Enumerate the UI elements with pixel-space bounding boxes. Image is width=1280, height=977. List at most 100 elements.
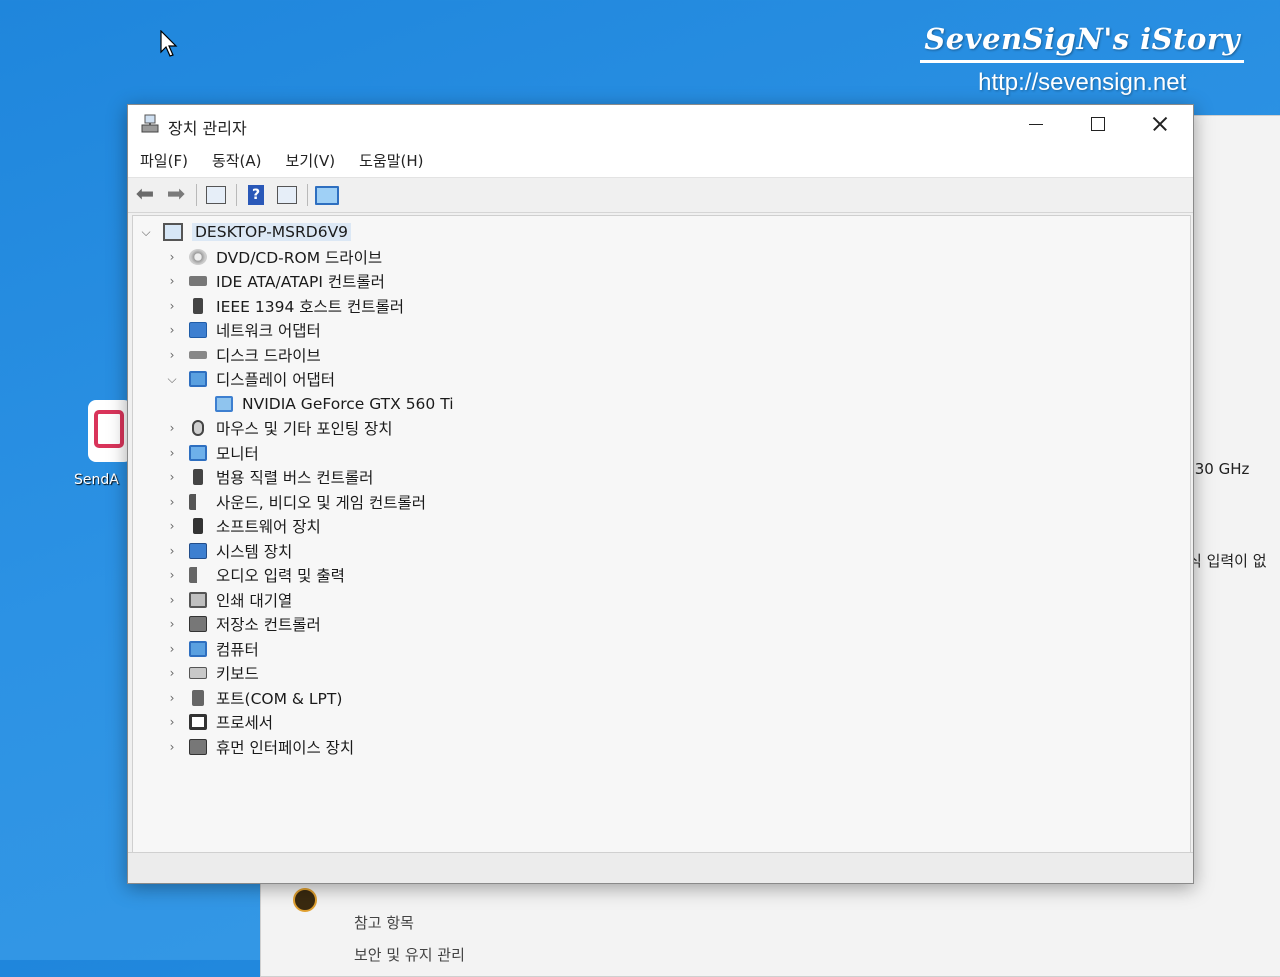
title-bar[interactable]: 장치 관리자 xyxy=(128,105,1193,143)
pen-input-text: 식 입력이 없 xyxy=(1188,552,1267,570)
port-icon xyxy=(192,690,204,706)
properties-icon xyxy=(206,186,226,204)
tree-item-computer[interactable]: › 컴퓨터 xyxy=(165,637,259,661)
menu-bar: 파일(F) 동작(A) 보기(V) 도움말(H) xyxy=(128,143,1193,177)
security-maintenance-link[interactable]: 보안 및 유지 관리 xyxy=(354,944,465,965)
window-title: 장치 관리자 xyxy=(168,119,247,138)
toolbar-separator xyxy=(196,184,197,206)
tree-item-label: DVD/CD-ROM 드라이브 xyxy=(216,249,383,267)
tree-item-label: 휴먼 인터페이스 장치 xyxy=(216,739,355,757)
watermark-url: http://sevensign.net xyxy=(978,69,1187,96)
help-button[interactable]: ? xyxy=(243,183,269,207)
security-shield-icon xyxy=(293,888,317,912)
chevron-right-icon[interactable]: › xyxy=(165,617,179,631)
maximize-button[interactable] xyxy=(1067,105,1129,143)
chevron-right-icon[interactable]: › xyxy=(165,250,179,264)
forward-button[interactable]: ➡ xyxy=(163,183,189,207)
tree-item-label: 디스플레이 어댑터 xyxy=(216,371,336,389)
update-driver-icon xyxy=(277,186,297,204)
display-adapter-icon xyxy=(189,371,207,387)
chevron-right-icon[interactable]: › xyxy=(165,544,179,558)
back-button[interactable]: ⬅ xyxy=(132,183,158,207)
scan-hardware-button[interactable] xyxy=(314,183,340,207)
chevron-down-icon[interactable]: ⌵ xyxy=(139,225,153,240)
chevron-right-icon[interactable]: › xyxy=(165,593,179,607)
tree-item-label: 컴퓨터 xyxy=(216,641,259,659)
chevron-right-icon[interactable]: › xyxy=(165,299,179,313)
tree-item-hid[interactable]: › 휴먼 인터페이스 장치 xyxy=(165,735,354,759)
minimize-button[interactable] xyxy=(1005,105,1067,143)
chevron-right-icon[interactable]: › xyxy=(165,691,179,705)
chevron-right-icon[interactable]: › xyxy=(165,666,179,680)
tree-item-monitor[interactable]: › 모니터 xyxy=(165,441,259,465)
chevron-right-icon[interactable]: › xyxy=(165,568,179,582)
chevron-right-icon[interactable]: › xyxy=(165,421,179,435)
tree-item-label: IEEE 1394 호스트 컨트롤러 xyxy=(216,298,404,316)
disk-drive-icon xyxy=(189,351,207,359)
tree-item-disk[interactable]: › 디스크 드라이브 xyxy=(165,343,321,367)
computer-root-icon xyxy=(163,223,183,241)
toolbar: ⬅ ➡ ? xyxy=(128,177,1193,213)
related-settings-label: 참고 항목 xyxy=(354,914,414,932)
properties-button[interactable] xyxy=(203,183,229,207)
menu-help[interactable]: 도움말(H) xyxy=(359,150,423,171)
tree-item-mouse[interactable]: › 마우스 및 기타 포인팅 장치 xyxy=(165,416,393,440)
printer-icon xyxy=(189,592,207,608)
chevron-down-icon[interactable]: ⌵ xyxy=(165,372,179,387)
audio-io-icon xyxy=(189,567,207,583)
tree-item-ieee1394[interactable]: › IEEE 1394 호스트 컨트롤러 xyxy=(165,294,404,318)
tree-item-print[interactable]: › 인쇄 대기열 xyxy=(165,588,292,612)
chevron-right-icon[interactable]: › xyxy=(165,323,179,337)
tree-item-label: 오디오 입력 및 출력 xyxy=(216,567,345,585)
close-button[interactable] xyxy=(1129,105,1191,143)
tree-item-software[interactable]: › 소프트웨어 장치 xyxy=(165,514,321,538)
watermark-title: SevenSigN's iStory xyxy=(920,22,1244,63)
toolbar-separator xyxy=(236,184,237,206)
tree-root[interactable]: ⌵ DESKTOP-MSRD6V9 xyxy=(139,220,352,244)
chevron-right-icon[interactable]: › xyxy=(165,519,179,533)
tree-item-label: 시스템 장치 xyxy=(216,543,293,561)
toolbar-separator xyxy=(307,184,308,206)
tree-item-dvd[interactable]: › DVD/CD-ROM 드라이브 xyxy=(165,245,382,269)
network-adapter-icon xyxy=(189,322,207,338)
tree-item-gpu[interactable]: NVIDIA GeForce GTX 560 Ti xyxy=(215,392,454,416)
tree-item-label: 저장소 컨트롤러 xyxy=(216,616,321,634)
chevron-right-icon[interactable]: › xyxy=(165,274,179,288)
tree-item-processor[interactable]: › 프로세서 xyxy=(165,710,273,734)
tree-item-audio[interactable]: › 오디오 입력 및 출력 xyxy=(165,563,345,587)
tree-item-system[interactable]: › 시스템 장치 xyxy=(165,539,292,563)
tree-item-network[interactable]: › 네트워크 어댑터 xyxy=(165,318,321,342)
update-driver-button[interactable] xyxy=(274,183,300,207)
chevron-right-icon[interactable]: › xyxy=(165,740,179,754)
chevron-right-icon[interactable]: › xyxy=(165,495,179,509)
ieee1394-icon xyxy=(193,298,203,314)
tree-item-ide[interactable]: › IDE ATA/ATAPI 컨트롤러 xyxy=(165,269,385,293)
system-device-icon xyxy=(189,543,207,559)
scan-hardware-icon xyxy=(315,185,339,205)
menu-view[interactable]: 보기(V) xyxy=(286,150,336,171)
tree-item-label: 범용 직렬 버스 컨트롤러 xyxy=(216,469,374,487)
mouse-icon xyxy=(192,420,204,436)
tree-item-port[interactable]: › 포트(COM & LPT) xyxy=(165,686,342,710)
disc-drive-icon xyxy=(189,249,207,265)
chevron-right-icon[interactable]: › xyxy=(165,348,179,362)
chevron-right-icon[interactable]: › xyxy=(165,446,179,460)
tree-item-sound[interactable]: › 사운드, 비디오 및 게임 컨트롤러 xyxy=(165,490,426,514)
tree-item-label: 키보드 xyxy=(216,665,259,683)
device-tree[interactable]: ⌵ DESKTOP-MSRD6V9 › DVD/CD-ROM 드라이브 › ID… xyxy=(132,215,1191,853)
tree-item-label: 마우스 및 기타 포인팅 장치 xyxy=(216,420,393,438)
tree-item-display[interactable]: ⌵ 디스플레이 어댑터 xyxy=(165,367,335,391)
tree-item-keyboard[interactable]: › 키보드 xyxy=(165,661,259,685)
menu-file[interactable]: 파일(F) xyxy=(140,150,188,171)
tree-item-usb[interactable]: › 범용 직렬 버스 컨트롤러 xyxy=(165,465,373,489)
menu-action[interactable]: 동작(A) xyxy=(212,150,262,171)
status-bar xyxy=(128,852,1193,883)
sound-icon xyxy=(189,494,207,510)
tree-item-label: 포트(COM & LPT) xyxy=(216,690,343,708)
chevron-right-icon[interactable]: › xyxy=(165,642,179,656)
chevron-right-icon[interactable]: › xyxy=(165,470,179,484)
tree-item-storage[interactable]: › 저장소 컨트롤러 xyxy=(165,612,321,636)
senda-app-icon xyxy=(88,400,132,462)
watermark: SevenSigN's iStory http://sevensign.net xyxy=(920,22,1244,97)
chevron-right-icon[interactable]: › xyxy=(165,715,179,729)
